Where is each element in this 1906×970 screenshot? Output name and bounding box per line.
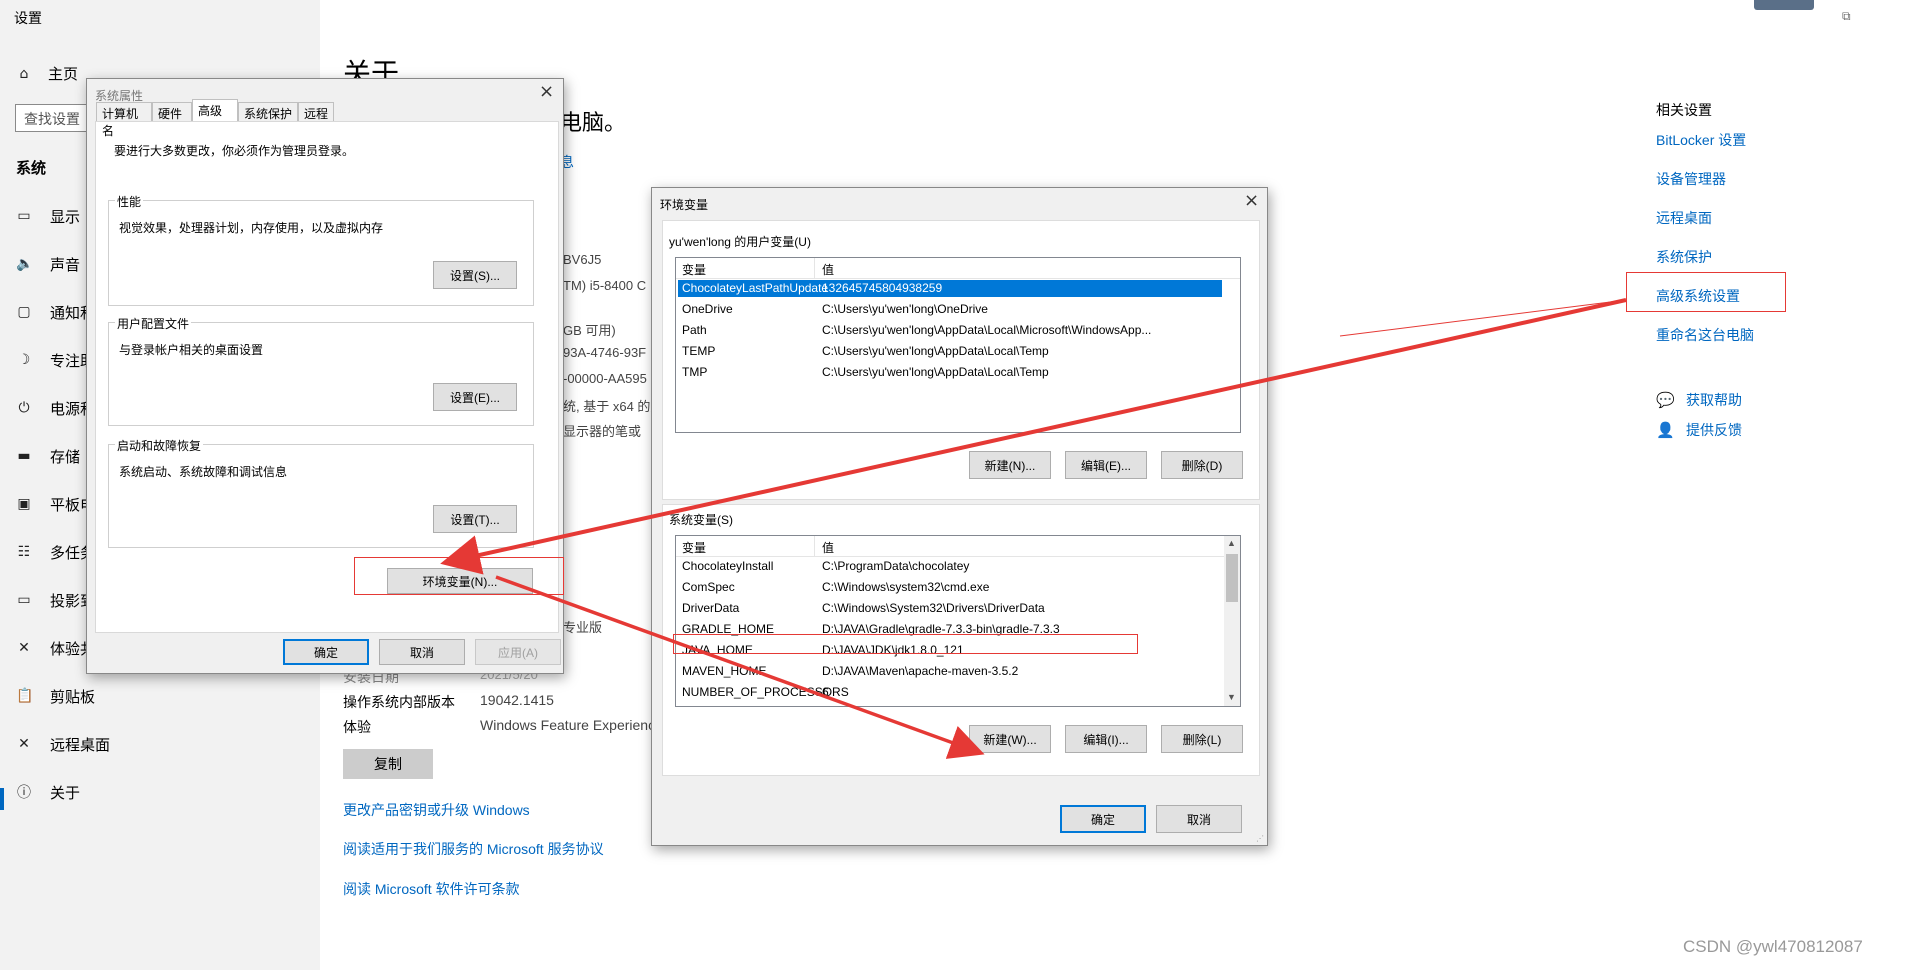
annotation-arrows [440,298,1627,759]
watermark: CSDN @ywl470812087 [1683,937,1863,956]
arrow-env-to-new [495,575,985,759]
arrow-advanced-to-env [440,298,1627,575]
